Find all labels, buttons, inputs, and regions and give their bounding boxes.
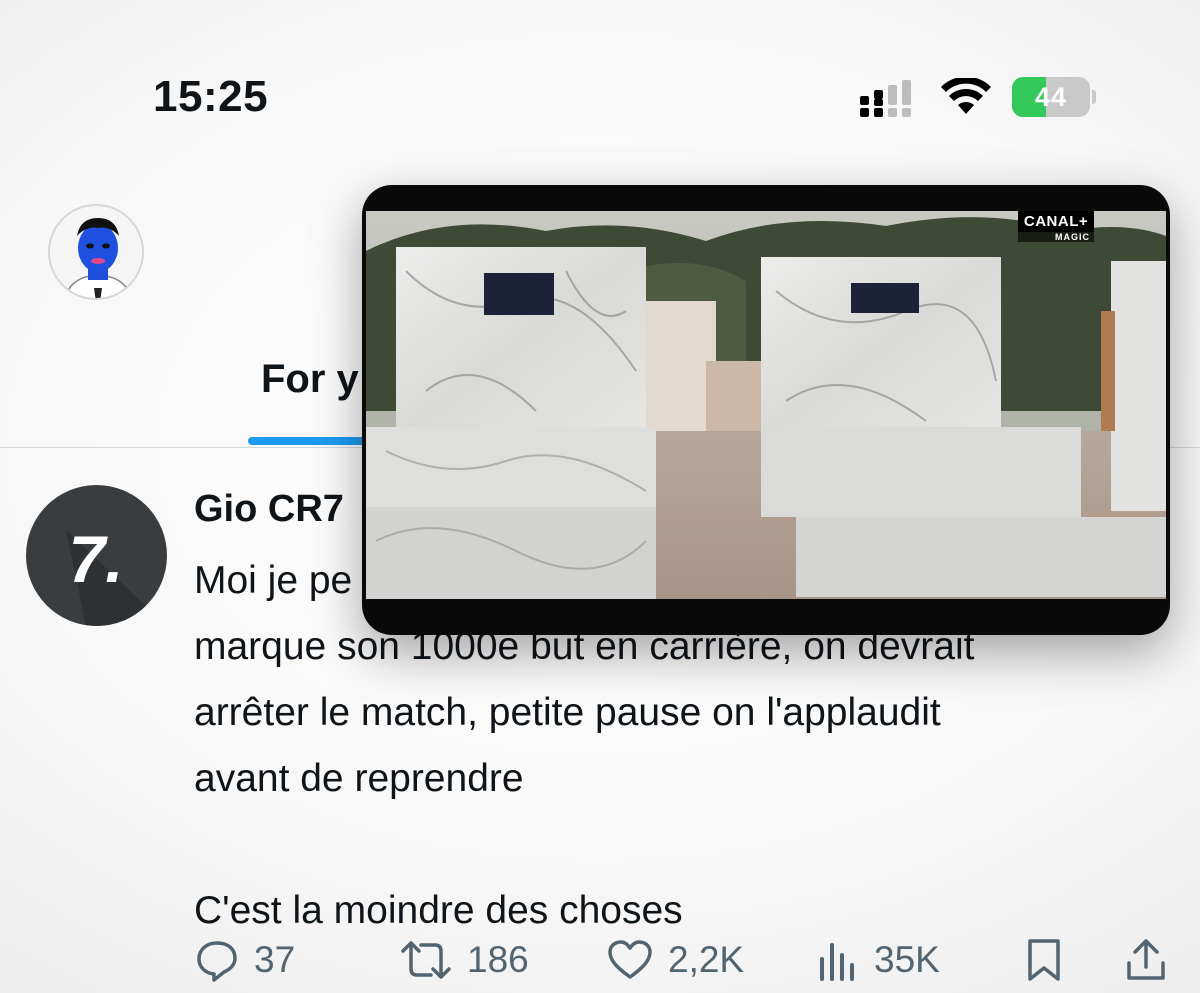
- wifi-icon: [941, 78, 991, 114]
- like-count: 2,2K: [668, 939, 745, 980]
- views-count: 35K: [874, 939, 940, 980]
- author-name[interactable]: Gio CR7: [194, 488, 344, 531]
- tweet-actions: 37 186 2,2K 35K: [194, 935, 1184, 985]
- bookmark-icon: [1028, 939, 1060, 981]
- avatar-illustration-icon: [50, 206, 142, 298]
- pip-video-player[interactable]: CANAL+ MAGIC: [362, 185, 1170, 635]
- video-frame: [366, 211, 1166, 607]
- bookmark-button[interactable]: [1024, 935, 1064, 985]
- video-scene: [366, 211, 1166, 607]
- retweet-icon: [401, 941, 451, 979]
- profile-avatar[interactable]: [48, 204, 144, 300]
- battery-level: 44: [1034, 82, 1068, 112]
- author-avatar[interactable]: 7.: [26, 485, 167, 626]
- tab-active-indicator: [248, 437, 378, 445]
- share-button[interactable]: [1124, 935, 1168, 985]
- canal-plus-logo: CANAL+ MAGIC: [1018, 211, 1094, 242]
- tab-for-you[interactable]: For y: [261, 357, 359, 402]
- reply-icon: [197, 941, 237, 982]
- views-chart-icon: [820, 943, 854, 981]
- like-button[interactable]: 2,2K: [606, 935, 744, 985]
- reply-button[interactable]: 37: [194, 935, 295, 985]
- phone-screen: 15:25 44 For y 7. Gio CR7 Moi je pe marq…: [0, 0, 1200, 993]
- heart-icon: [608, 940, 652, 979]
- retweet-count: 186: [467, 939, 529, 980]
- battery-icon: 44: [1012, 77, 1096, 117]
- tweet-text-block: marque son 1000e but en carrière, on dev…: [194, 625, 975, 800]
- canal-logo-text: CANAL+: [1018, 211, 1094, 232]
- retweet-button[interactable]: 186: [399, 935, 529, 985]
- avatar-logo-icon: 7.: [66, 522, 167, 626]
- share-icon: [1127, 939, 1165, 980]
- views-button[interactable]: 35K: [816, 935, 940, 985]
- status-time: 15:25: [153, 72, 269, 121]
- reply-count: 37: [254, 939, 296, 980]
- author-avatar-glyph: 7.: [68, 522, 123, 596]
- cellular-signal-icon: [860, 80, 911, 117]
- canal-logo-subtext: MAGIC: [1018, 232, 1094, 242]
